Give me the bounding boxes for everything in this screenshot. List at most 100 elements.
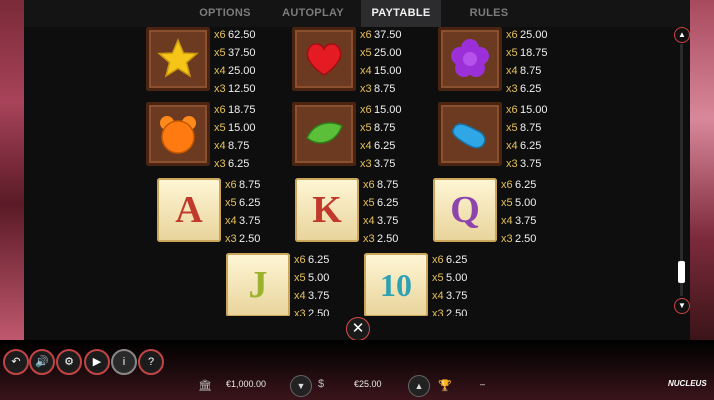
question-icon: ? xyxy=(147,356,155,368)
background-left xyxy=(0,0,24,340)
letter-j-paytable: x6 6.25 x5 5.00 x4 3.75 x3 2.50 xyxy=(294,251,329,316)
tab-paytable[interactable]: PAYTABLE xyxy=(361,0,441,27)
pay-row: x6 8.75 xyxy=(363,179,399,191)
balance-value: €1,000.00 xyxy=(226,379,267,389)
pay-row: x3 2.50 xyxy=(363,233,399,245)
back-button[interactable]: ↶ xyxy=(3,349,29,375)
pay-row: x6 62.50 xyxy=(214,29,256,41)
letter-k-glyph: K xyxy=(312,189,342,231)
tab-autoplay[interactable]: AUTOPLAY xyxy=(273,0,353,27)
pay-row: x3 3.75 xyxy=(506,158,542,170)
pay-row: x5 37.50 xyxy=(214,47,256,59)
letter-q-paytable: x6 6.25 x5 5.00 x4 3.75 x3 2.50 xyxy=(501,176,536,248)
pay-row: x6 6.25 xyxy=(294,254,330,266)
heart-paytable: x6 37.50 x5 25.00 x4 15.00 x3 8.75 xyxy=(360,27,402,98)
pay-row: x4 3.75 xyxy=(363,215,399,227)
background-right xyxy=(690,0,714,340)
bet-value: €25.00 xyxy=(354,379,382,389)
pay-row: x5 5.00 xyxy=(294,272,330,284)
letter-q-glyph: Q xyxy=(450,189,480,231)
chevron-up-icon: ▲ xyxy=(678,30,686,39)
bet-decrease-button[interactable]: ▼ xyxy=(290,375,312,397)
play-icon: ▶ xyxy=(92,356,102,368)
coin-icon: $ xyxy=(318,378,325,390)
pay-row: x3 6.25 xyxy=(506,83,542,95)
help-button[interactable]: ? xyxy=(138,349,164,375)
letter-q-symbol-tile: Q xyxy=(433,178,497,242)
bean-symbol-tile xyxy=(438,102,502,166)
paytable-content: x6 62.50 x5 37.50 x4 25.00 x3 12.50 x6 37.50 … xyxy=(24,27,674,316)
tab-bar: OPTIONS AUTOPLAY PAYTABLE RULES xyxy=(24,0,690,27)
heart-icon xyxy=(306,43,342,76)
pay-row: x5 15.00 xyxy=(214,122,256,134)
scroll-up-button[interactable]: ▲ xyxy=(674,27,690,43)
pay-row: x6 25.00 xyxy=(506,29,548,41)
star-paytable: x6 62.50 x5 37.50 x4 25.00 x3 12.50 xyxy=(214,27,256,98)
pay-row: x4 8.75 xyxy=(506,65,542,77)
star-symbol-tile xyxy=(146,27,210,91)
pay-row: x4 25.00 xyxy=(214,65,256,77)
leaf-icon xyxy=(306,122,343,144)
pay-row: x3 3.75 xyxy=(360,158,396,170)
close-button[interactable]: ✕ xyxy=(346,317,370,341)
pay-row: x5 8.75 xyxy=(360,122,396,134)
tab-options[interactable]: OPTIONS xyxy=(185,0,265,27)
bet-increase-button[interactable]: ▲ xyxy=(408,375,430,397)
pay-row: x6 15.00 xyxy=(360,104,402,116)
pay-row: x4 3.75 xyxy=(225,215,261,227)
chevron-down-icon: ▼ xyxy=(296,381,306,391)
flower-symbol-tile xyxy=(438,27,502,91)
pay-row: x6 37.50 xyxy=(360,29,402,41)
pay-row: x4 3.75 xyxy=(294,290,330,302)
pay-row: x6 6.25 xyxy=(501,179,537,191)
autoplay-button[interactable]: ▶ xyxy=(84,349,110,375)
pay-row: x6 8.75 xyxy=(225,179,261,191)
win-value: – xyxy=(480,379,486,389)
pay-row: x5 6.25 xyxy=(363,197,399,209)
star-icon xyxy=(157,38,199,78)
pay-row: x3 6.25 xyxy=(214,158,250,170)
pay-row: x5 25.00 xyxy=(360,47,402,59)
letter-j-symbol-tile: J xyxy=(226,253,290,316)
heart-symbol-tile xyxy=(292,27,356,91)
scrollbar-track[interactable] xyxy=(680,44,683,296)
sound-button[interactable]: 🔊 xyxy=(29,349,55,375)
settings-button[interactable]: ⚙ xyxy=(56,349,82,375)
scrollbar-thumb[interactable] xyxy=(678,261,685,283)
brand-logo: NUCLEUS xyxy=(668,379,707,388)
pay-row: x5 8.75 xyxy=(506,122,542,134)
bean-paytable: x6 15.00 x5 8.75 x4 6.25 x3 3.75 xyxy=(506,101,548,173)
ten-paytable: x6 6.25 x5 5.00 x4 3.75 x3 2.50 xyxy=(432,251,467,316)
bank-icon: 🏛 xyxy=(198,380,212,392)
chevron-down-icon: ▼ xyxy=(678,301,686,310)
ten-symbol-tile: 10 xyxy=(364,253,428,316)
letter-a-glyph: A xyxy=(175,189,203,231)
pay-row: x4 6.25 xyxy=(506,140,542,152)
pay-row: x3 12.50 xyxy=(214,83,256,95)
info-button[interactable]: i xyxy=(111,349,137,375)
pay-row: x4 3.75 xyxy=(501,215,537,227)
bear-paytable: x6 18.75 x5 15.00 x4 8.75 x3 6.25 xyxy=(214,101,256,173)
letter-k-paytable: x6 8.75 x5 6.25 x4 3.75 x3 2.50 xyxy=(363,176,398,248)
jellybean-icon xyxy=(452,123,486,149)
pay-row: x4 15.00 xyxy=(360,65,402,77)
bear-icon xyxy=(160,116,196,154)
scroll-down-button[interactable]: ▼ xyxy=(674,298,690,314)
leaf-symbol-tile xyxy=(292,102,356,166)
pay-row: x5 6.25 xyxy=(225,197,261,209)
speaker-icon: 🔊 xyxy=(35,356,49,368)
tab-rules[interactable]: RULES xyxy=(449,0,529,27)
letter-k-symbol-tile: K xyxy=(295,178,359,242)
pay-row: x4 3.75 xyxy=(432,290,468,302)
ten-glyph: 10 xyxy=(380,266,412,303)
letter-j-glyph: J xyxy=(248,264,268,306)
letter-a-symbol-tile: A xyxy=(157,178,221,242)
pay-row: x3 2.50 xyxy=(225,233,261,245)
pay-row: x5 18.75 xyxy=(506,47,548,59)
pay-row: x3 2.50 xyxy=(294,308,330,316)
bear-symbol-tile xyxy=(146,102,210,166)
close-icon: ✕ xyxy=(351,320,365,337)
gear-icon: ⚙ xyxy=(64,356,74,368)
pay-row: x3 2.50 xyxy=(501,233,537,245)
flower-paytable: x6 25.00 x5 18.75 x4 8.75 x3 6.25 xyxy=(506,27,548,98)
